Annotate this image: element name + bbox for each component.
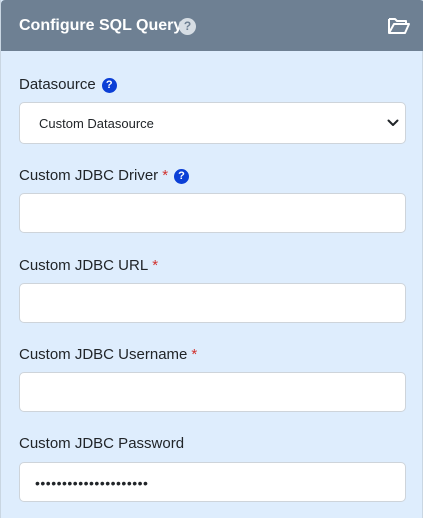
datasource-selected-value: Custom Datasource [39,116,154,131]
username-label-row: Custom JDBC Username * [19,345,197,365]
sql-query-config-panel: Configure SQL Query ? Datasource? Custom… [0,0,423,518]
username-label: Custom JDBC Username [19,346,188,363]
folder-open-icon[interactable] [387,16,411,36]
required-marker: * [162,167,169,184]
jdbc-url-input[interactable] [19,283,406,323]
url-label-row: Custom JDBC URL * [19,256,158,276]
driver-label: Custom JDBC Driver [19,167,159,184]
password-label: Custom JDBC Password [19,435,185,452]
datasource-select[interactable]: Custom Datasource [19,102,406,144]
password-label-row: Custom JDBC Password [19,434,184,454]
driver-label-row: Custom JDBC Driver *? [19,166,190,186]
panel-title: Configure SQL Query [19,17,183,34]
help-icon[interactable]: ? [179,18,196,35]
datasource-label: Datasource [19,76,96,93]
datasource-label-row: Datasource? [19,75,117,95]
url-label: Custom JDBC URL [19,257,149,274]
jdbc-password-input[interactable] [19,462,406,502]
required-marker: * [152,257,159,274]
jdbc-username-input[interactable] [19,372,406,412]
required-marker: * [191,346,198,363]
panel-header: Configure SQL Query ? [1,0,423,51]
driver-help-icon[interactable]: ? [174,169,190,184]
chevron-down-icon [387,119,399,126]
jdbc-driver-input[interactable] [19,193,406,233]
datasource-help-icon[interactable]: ? [101,78,117,93]
